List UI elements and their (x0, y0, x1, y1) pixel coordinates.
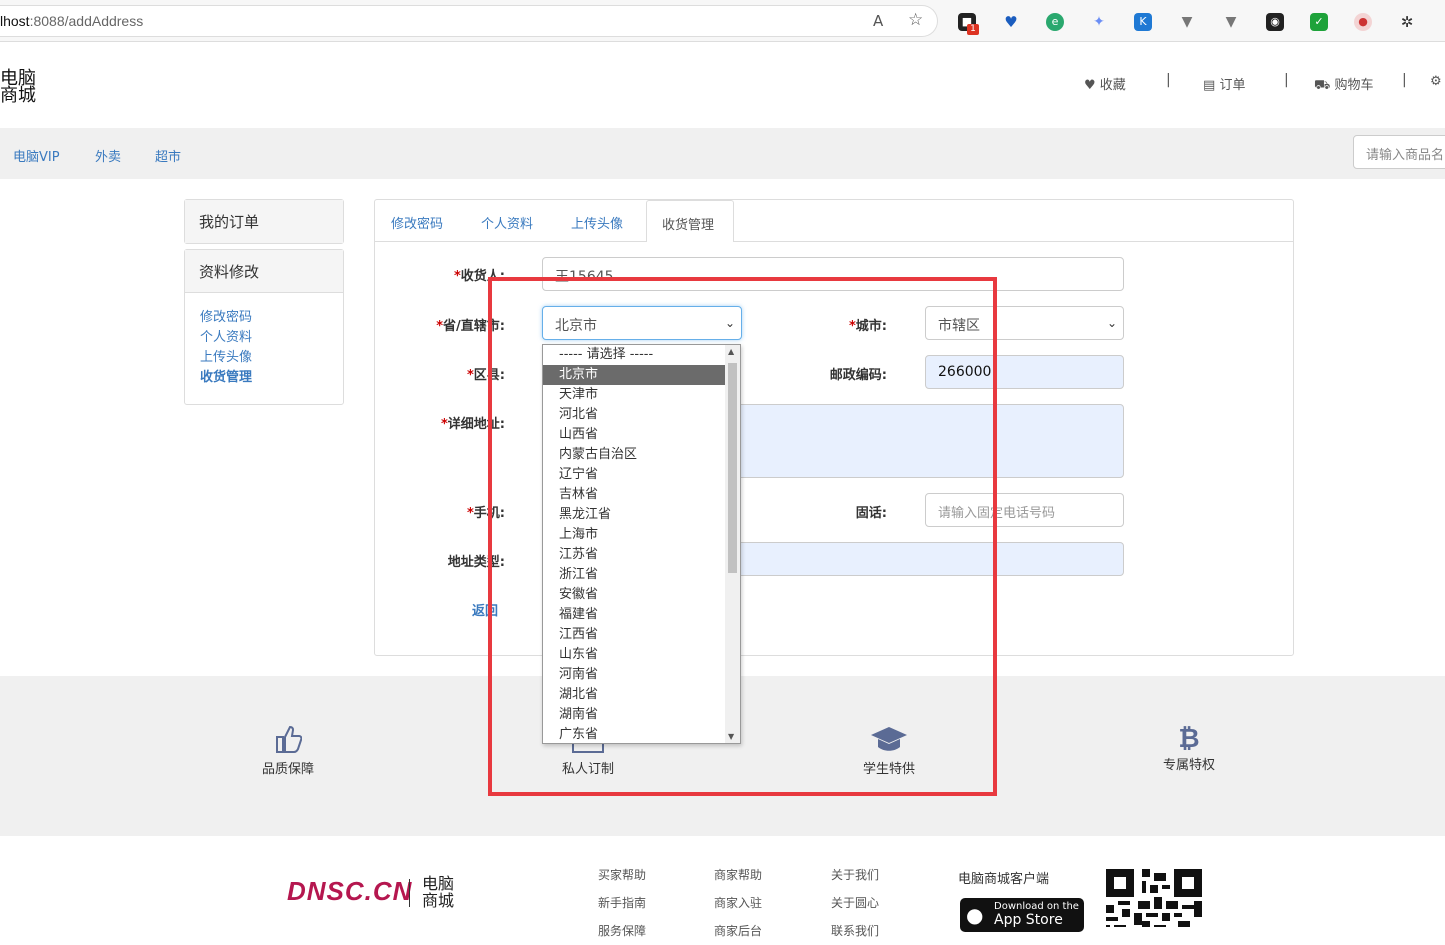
sidebar-item-address[interactable]: 收货管理 (200, 368, 328, 388)
mobile-label: *手机: (466, 506, 505, 521)
cart-link[interactable]: ⛟ 购物车 (1314, 74, 1374, 95)
orders-link[interactable]: ▤ 订单 (1203, 74, 1245, 93)
app-title: 电脑商城客户端 (958, 872, 1050, 887)
appstore-small-text: Download on the (994, 901, 1079, 912)
highlight-annotation-box (488, 277, 997, 796)
address-label: *详细地址: (440, 417, 505, 432)
nav-item-takeout[interactable]: 外卖 (95, 146, 121, 165)
tab-address[interactable]: 收货管理 (646, 200, 734, 242)
footer-link[interactable]: 商家入驻 (714, 889, 762, 917)
nav-item-supermarket[interactable]: 超市 (155, 146, 181, 165)
profile-edit-title: 资料修改 (185, 250, 343, 293)
extension-3-icon[interactable]: ✦ (1090, 13, 1108, 31)
url-text: lhost:8088/addAddress (0, 13, 144, 29)
extension-5-icon[interactable]: ▼ (1178, 13, 1196, 31)
extension-8-icon[interactable]: ✓ (1310, 13, 1328, 31)
my-orders-title[interactable]: 我的订单 (185, 200, 343, 243)
footer-col-seller: 商家帮助 商家入驻 商家后台 (714, 861, 762, 945)
footer-link[interactable]: 服务保障 (598, 917, 646, 945)
extension-7-icon[interactable]: ◉ (1266, 13, 1284, 31)
footer-heading: 商家帮助 (714, 868, 763, 882)
chevron-down-icon: ⌄ (1106, 316, 1117, 330)
tab-avatar[interactable]: 上传头像 (556, 200, 638, 242)
footer-col-about: 关于我们 关于圆心 联系我们 (831, 861, 879, 945)
footer-heading: 关于我们 (831, 868, 880, 882)
notification-badge: 1 (967, 24, 979, 35)
sidebar-item-avatar[interactable]: 上传头像 (200, 348, 328, 368)
footer-col-buyer: 买家帮助 新手指南 服务保障 (598, 861, 646, 945)
qr-code-image (1106, 869, 1202, 927)
extension-4-icon[interactable]: K (1134, 13, 1152, 31)
separator: | (1166, 72, 1171, 88)
browser-toolbar: lhost:8088/addAddress A ☆ ■ 1 ♥ e ✦ K ▼ … (0, 0, 1445, 42)
nav-item-vip[interactable]: 电脑VIP (13, 146, 60, 165)
sidebar-item-change-password[interactable]: 修改密码 (200, 308, 328, 328)
sidebar-item-profile[interactable]: 个人资料 (200, 328, 328, 348)
footer-brand-cn: 电脑 商城 (422, 874, 455, 910)
cart-icon: ⛟ (1314, 78, 1331, 93)
separator: | (1402, 72, 1407, 88)
feature-quality: 品质保障 (228, 724, 348, 777)
brand-divider (409, 879, 410, 907)
province-label: *省/直辖市: (436, 319, 505, 334)
address-bar[interactable]: lhost:8088/addAddress A ☆ (0, 5, 938, 37)
extension-6-icon[interactable]: ▼ (1222, 13, 1240, 31)
search-input[interactable]: 请输入商品名 (1353, 135, 1445, 169)
tab-profile[interactable]: 个人资料 (466, 200, 548, 242)
site-logo[interactable]: 电脑 商城 (0, 70, 36, 105)
receiver-label: *收货人: (453, 269, 505, 284)
district-label: *区县: (466, 368, 505, 383)
my-orders-box[interactable]: 我的订单 (184, 199, 344, 244)
tab-change-password[interactable]: 修改密码 (376, 200, 458, 242)
document-icon: ▤ (1203, 78, 1216, 93)
apple-icon: ● (966, 903, 984, 927)
footer-link[interactable]: 联系我们 (831, 917, 879, 945)
nav-bar: 电脑VIP 外卖 超市 请输入商品名 (0, 128, 1445, 179)
footer-link[interactable]: 新手指南 (598, 889, 646, 917)
gear-icon[interactable]: ⚙ (1430, 74, 1442, 89)
heart-icon: ♥ (1084, 78, 1096, 93)
extension-9-icon[interactable]: ● (1354, 13, 1372, 31)
separator: | (1284, 72, 1289, 88)
address-type-label: 地址类型: (447, 555, 505, 570)
edge-icon[interactable]: e (1046, 13, 1064, 31)
feature-privilege: ₿ 专属特权 (1129, 724, 1249, 773)
favorites-link[interactable]: ♥ 收藏 (1084, 74, 1126, 93)
footer-brand: DNSC.CN (287, 876, 413, 906)
qr-code (1106, 869, 1202, 927)
extension-2-icon[interactable]: ♥ (1002, 13, 1020, 31)
thumbs-up-icon (276, 725, 302, 753)
appstore-big-text: App Store (994, 912, 1063, 928)
feature-label: 品质保障 (261, 762, 314, 777)
profile-edit-box: 资料修改 修改密码 个人资料 上传头像 收货管理 (184, 249, 344, 405)
footer-heading: 买家帮助 (598, 868, 647, 882)
footer-link[interactable]: 商家后台 (714, 917, 762, 945)
read-aloud-icon[interactable]: A (873, 12, 883, 30)
favorite-star-icon[interactable]: ☆ (908, 10, 923, 30)
bitcoin-icon: ₿ (1178, 724, 1200, 754)
extensions-puzzle-icon[interactable]: ✲ (1398, 13, 1416, 31)
feature-label: 专属特权 (1162, 758, 1215, 773)
footer-link[interactable]: 关于圆心 (831, 889, 879, 917)
